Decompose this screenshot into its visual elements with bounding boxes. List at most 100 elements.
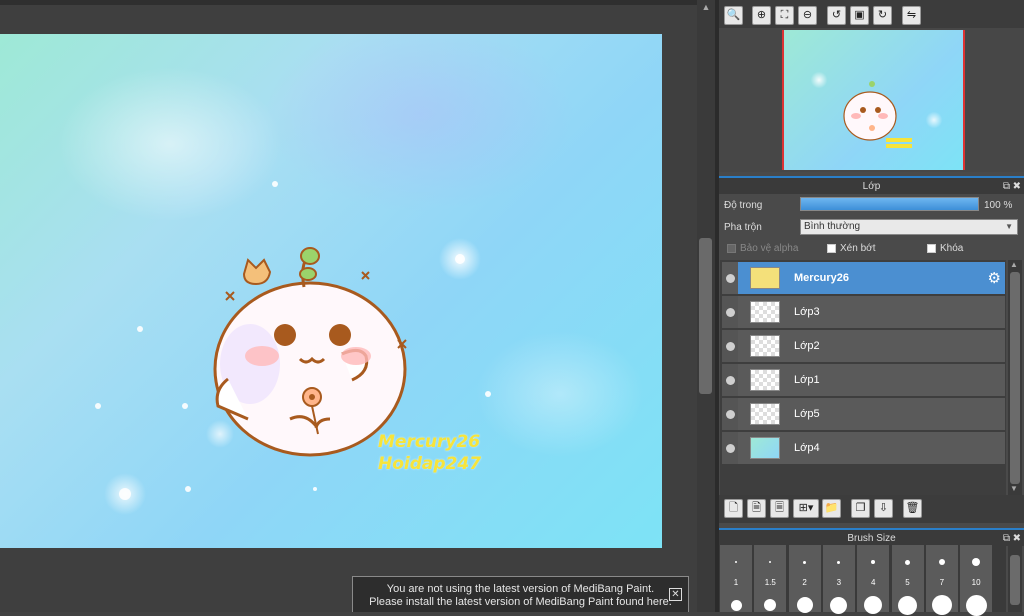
brush-size-dot	[905, 559, 910, 565]
artwork	[95, 181, 491, 500]
new-8bit-layer-icon: 🗏	[775, 502, 784, 514]
layer-scroll-down-icon[interactable]: ▼	[1010, 484, 1018, 493]
brush-size-option[interactable]: 2	[788, 545, 822, 613]
merge-down-icon: ⇩	[878, 502, 889, 514]
folder-button[interactable]: 📁	[822, 499, 841, 518]
layer-scroll-up-icon[interactable]: ▲	[1010, 260, 1018, 269]
blend-mode-select[interactable]: Bình thường ▼	[800, 219, 1018, 235]
brush-scroll-thumb[interactable]	[1010, 555, 1020, 605]
brush-size-dot	[938, 559, 945, 565]
rotate-right-button[interactable]: ↻	[873, 6, 892, 25]
layer-name: Lớp1	[794, 374, 820, 386]
brush-size-panel-title: Brush Size	[847, 533, 896, 544]
rotate-left-button[interactable]: ↺	[827, 6, 846, 25]
brush-size-dot-large	[796, 597, 813, 613]
blend-mode-value: Bình thường	[804, 221, 861, 232]
flip-button[interactable]: ⇋	[902, 6, 921, 25]
add-layer-menu-icon: ⊞▾	[798, 502, 814, 514]
new-halftone-layer-icon: 🗎	[752, 502, 761, 514]
brush-size-scrollbar[interactable]	[1008, 545, 1022, 612]
layer-name: Lớp5	[794, 408, 820, 420]
protect-alpha-checkbox[interactable]	[727, 244, 736, 253]
merge-down-button[interactable]: ⇩	[874, 499, 893, 518]
brush-size-dot	[871, 560, 876, 564]
clipping-checkbox[interactable]	[827, 244, 836, 253]
brush-size-dot	[735, 561, 737, 563]
brush-size-option[interactable]: 1.5	[754, 545, 788, 612]
layer-row[interactable]: Mercury26 ⚙	[722, 262, 1005, 295]
brush-size-dot	[769, 561, 772, 563]
brush-size-option[interactable]: 3	[822, 545, 856, 614]
layer-row[interactable]: Lớp2	[722, 330, 1005, 363]
brush-size-label: 1	[733, 578, 739, 587]
layer-row[interactable]: Lớp5	[722, 398, 1005, 431]
layer-settings-gear-icon[interactable]: ⚙	[988, 269, 1001, 287]
clipping-label: Xén bớt	[840, 243, 876, 254]
zoom-out-button[interactable]: ⊖	[798, 6, 817, 25]
brush-size-option[interactable]: 10	[960, 545, 994, 616]
visibility-toggle-icon[interactable]	[726, 342, 735, 351]
brush-size-option[interactable]: 7	[925, 545, 959, 615]
new-8bit-layer-button[interactable]: 🗏	[770, 499, 789, 518]
duplicate-layer-button[interactable]: ❐	[851, 499, 870, 518]
layer-thumbnail	[750, 403, 780, 425]
layer-name: Mercury26	[794, 272, 850, 284]
brush-size-option[interactable]: 5	[891, 545, 925, 615]
layer-row[interactable]: Lớp1	[722, 364, 1005, 397]
blend-label: Pha trộn	[724, 222, 762, 233]
drawing-canvas[interactable]: Mercury26 Hoidap247	[0, 34, 662, 548]
new-layer-icon: 🗋	[729, 502, 738, 514]
visibility-toggle-icon[interactable]	[726, 410, 735, 419]
notification-line-2: Please install the latest version of Med…	[369, 596, 672, 608]
add-layer-menu-button[interactable]: ⊞▾	[793, 499, 819, 518]
visibility-toggle-icon[interactable]	[726, 376, 735, 385]
brush-size-label: 3	[836, 578, 842, 587]
brush-size-option[interactable]: 1	[720, 545, 753, 612]
layer-panel-header: Lớp ⧉ ✖	[719, 176, 1024, 194]
brush-size-dot-large	[965, 594, 987, 616]
fit-screen-button[interactable]: ⛶	[775, 6, 794, 25]
update-notification[interactable]: You are not using the latest version of …	[352, 576, 689, 612]
character-mascot	[213, 247, 407, 457]
visibility-toggle-icon[interactable]	[726, 444, 735, 453]
brush-size-option[interactable]: 4	[857, 545, 891, 614]
navigator-thumbnail[interactable]	[782, 30, 965, 170]
close-panel-icon[interactable]: ✖	[1013, 178, 1021, 195]
lock-checkbox[interactable]	[927, 244, 936, 253]
new-layer-button[interactable]: 🗋	[724, 499, 743, 518]
brush-size-dot	[803, 560, 807, 564]
zoom-in-icon: ⊕	[756, 9, 767, 21]
layer-thumbnail	[750, 335, 780, 357]
opacity-slider[interactable]	[800, 197, 979, 211]
actual-size-icon: ▣	[854, 9, 865, 21]
float-panel-icon[interactable]: ⧉	[1003, 178, 1010, 195]
brush-size-panel-header: Brush Size ⧉ ✖	[719, 528, 1024, 546]
close-icon[interactable]: ✕	[669, 588, 682, 601]
zoom-fit-button[interactable]: 🔍	[724, 6, 743, 25]
flip-icon: ⇋	[906, 9, 917, 21]
scroll-up-arrow-icon[interactable]: ▲	[697, 0, 715, 14]
layer-row[interactable]: Lớp3	[722, 296, 1005, 329]
zoom-in-button[interactable]: ⊕	[752, 6, 771, 25]
thumbnail-artwork	[843, 81, 912, 148]
layer-thumbnail	[750, 267, 780, 289]
visibility-toggle-icon[interactable]	[726, 308, 735, 317]
visibility-toggle-icon[interactable]	[726, 274, 735, 283]
opacity-slider-fill	[801, 198, 978, 210]
layer-row[interactable]: Lớp4	[722, 432, 1005, 465]
delete-layer-button[interactable]: 🗑	[903, 499, 922, 518]
new-halftone-layer-button[interactable]: 🗎	[747, 499, 766, 518]
brush-size-dot-large	[730, 599, 742, 611]
actual-size-button[interactable]: ▣	[850, 6, 869, 25]
layer-name: Lớp2	[794, 340, 820, 352]
rotate-left-icon: ↺	[831, 9, 842, 21]
brush-size-label: 4	[870, 578, 876, 587]
layer-scroll-thumb[interactable]	[1010, 272, 1020, 484]
zoom-out-icon: ⊖	[802, 9, 813, 21]
brush-size-dot	[972, 558, 981, 566]
brush-size-label: 2	[802, 578, 807, 587]
workspace-top-strip	[0, 0, 700, 5]
canvas-scroll-thumb[interactable]	[699, 238, 712, 394]
brush-size-dot-large	[764, 599, 777, 611]
layer-name: Lớp4	[794, 442, 820, 454]
